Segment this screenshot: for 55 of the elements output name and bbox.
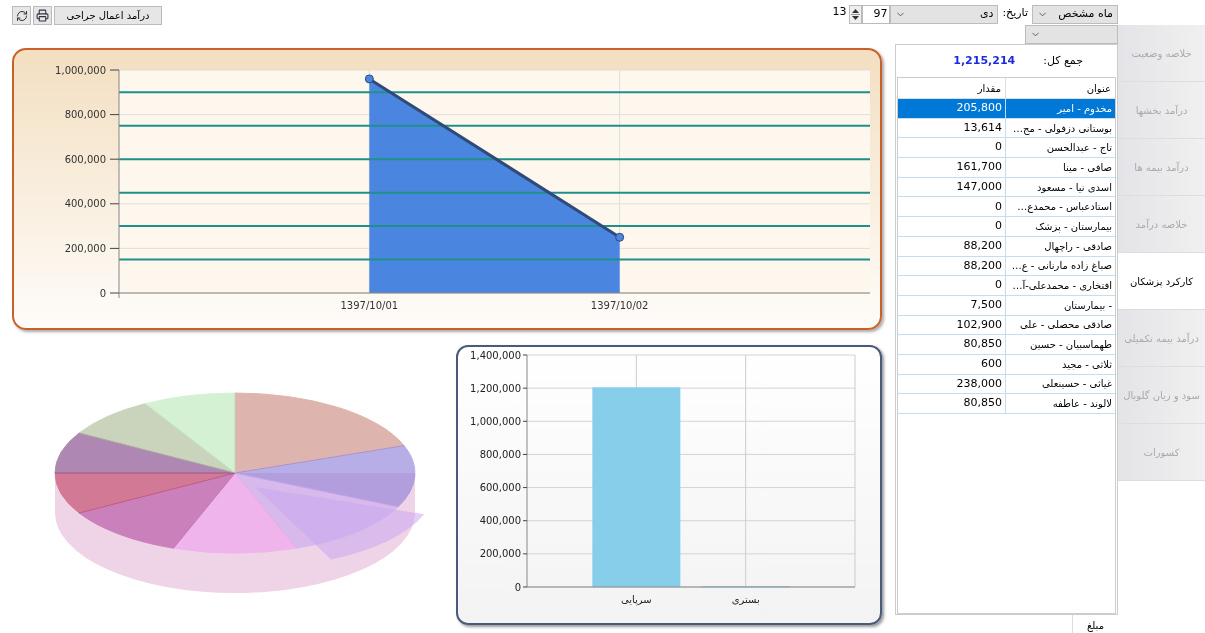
y-axis-tick-label: 1,000,000: [470, 415, 521, 427]
y-axis-tick-label: 200,000: [479, 548, 521, 560]
y-axis-tick-label: 0: [99, 287, 106, 299]
table-cell: صادقی - راچهال: [1005, 236, 1115, 256]
table-cell: صادقی محصلی - علی: [1005, 315, 1115, 335]
y-axis-tick-label: 600,000: [479, 482, 521, 494]
table-cell: غیاثی - حسینعلی: [1005, 374, 1115, 394]
total-label: جمع کل:: [1043, 52, 1083, 69]
y-axis-tick-label: 1,400,000: [470, 349, 521, 361]
table-cell: ثلاثی - مجید: [1005, 354, 1115, 374]
table-cell-text: 600: [980, 356, 1003, 373]
footer-label: مبلغ: [1072, 615, 1118, 633]
x-axis-tick-label: 1397/10/02: [590, 300, 649, 311]
y-axis-tick-label: 400,000: [64, 198, 106, 210]
table-cell: افتخاری - محمدعلی-آ…: [1005, 276, 1115, 295]
table-cell-text: 0: [994, 139, 1003, 156]
y-axis-tick-label: 1,000,000: [55, 64, 106, 76]
y-axis-tick-label: 200,000: [64, 242, 106, 254]
table-cell: صافی - مینا: [1005, 158, 1115, 177]
table-cell-text: 0: [994, 198, 1003, 215]
x-axis-tick-label: سرپایی: [620, 594, 652, 605]
table-cell: اسدی نیا - مسعود: [1005, 177, 1115, 197]
table-cell: - بیمارستان: [1005, 295, 1115, 315]
table-cell: تاج - عبدالحسن: [1005, 138, 1115, 158]
table-cell-text: 0: [994, 277, 1003, 294]
x-axis-tick-label: بستری: [731, 594, 760, 605]
table-cell-text: 80,850: [962, 336, 1003, 353]
table-cell-text: 205,800: [955, 100, 1003, 117]
y-axis-tick-label: 0: [514, 581, 521, 593]
table-cell: بوستانی دزفولی - مج…: [1005, 118, 1115, 138]
table-cell-text: 238,000: [955, 375, 1003, 392]
table-cell: لالوند - عاطفه: [1005, 394, 1115, 413]
y-axis-tick-label: 400,000: [479, 515, 521, 527]
table-cell-text: 80,850: [962, 395, 1003, 412]
table-cell-text: 102,900: [955, 316, 1003, 333]
x-axis-tick-label: 1397/10/01: [340, 300, 399, 311]
table-cell: استادعباس - محمدع…: [1005, 197, 1115, 217]
y-axis-tick-label: 1,200,000: [470, 382, 521, 394]
table-cell: طهماسبیان - حسین: [1005, 335, 1115, 354]
table-cell-text: 13,614: [962, 119, 1003, 136]
table-cell-text: 88,200: [962, 257, 1003, 274]
table-cell-text: 88,200: [962, 237, 1003, 254]
y-axis-tick-label: 800,000: [64, 109, 106, 121]
y-axis-tick-label: 800,000: [479, 448, 521, 460]
day-value: 13: [832, 4, 847, 20]
table-cell-text: 161,700: [955, 159, 1003, 176]
table-cell-text: 7,500: [969, 296, 1003, 313]
table-cell-text: 147,000: [955, 178, 1003, 195]
table-cell: مخدوم - امیر: [1005, 99, 1115, 118]
total-value: 1,215,214: [953, 52, 1016, 69]
table-cell: صباغ زاده مارنانی - ع…: [1005, 256, 1115, 276]
y-axis-tick-label: 600,000: [64, 153, 106, 165]
date-label: تاریخ:: [1002, 5, 1028, 21]
table-cell-text: 0: [994, 218, 1003, 235]
table-cell: بیمارستان - پزشک: [1005, 217, 1115, 236]
